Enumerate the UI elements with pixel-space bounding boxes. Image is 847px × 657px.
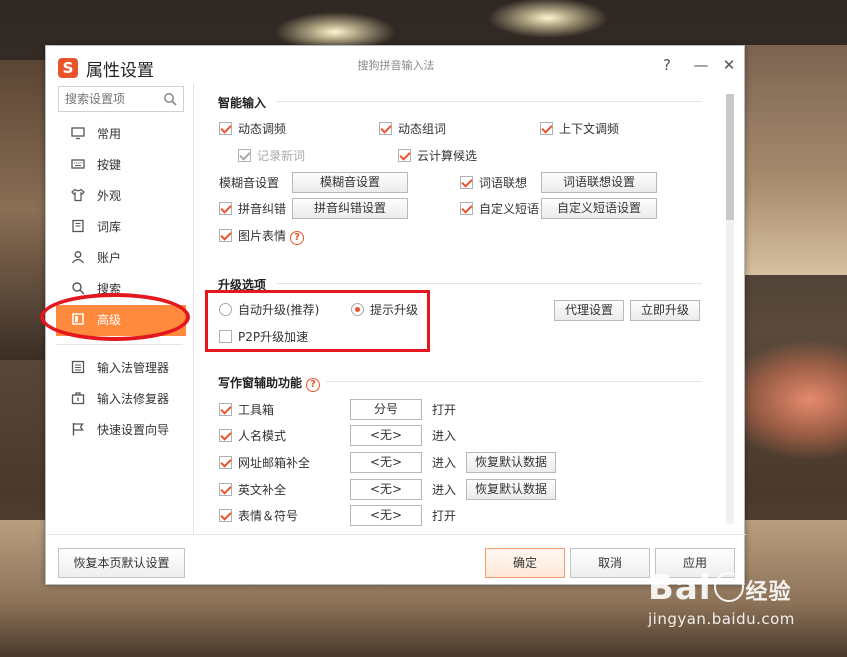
tshirt-icon (71, 188, 85, 202)
sidebar-item-label: 输入法修复器 (97, 392, 170, 406)
section-smart-input-title: 智能输入 (218, 96, 267, 110)
help-icon[interactable]: ? (290, 231, 305, 245)
title-bar: S 属性设置 搜狗拼音输入法 ? — ✕ (46, 46, 744, 84)
search-input[interactable] (59, 87, 159, 111)
sidebar-item-account[interactable]: 账户 (46, 243, 193, 274)
app-name: 搜狗拼音输入法 (357, 59, 435, 72)
context-freq-checkbox[interactable]: 上下文调频 (540, 121, 619, 137)
sidebar-item-advanced[interactable]: 高级 (56, 305, 186, 336)
proxy-settings-button[interactable]: 代理设置 (554, 300, 624, 321)
settings-search[interactable] (58, 86, 184, 112)
section-writing-title: 写作窗辅助功能? (218, 374, 321, 392)
search-icon (72, 282, 85, 295)
sidebar-item-label: 常用 (97, 127, 122, 141)
baidu-jingyan-watermark: Bai 经验 jingyan.baidu.com (648, 568, 838, 648)
keyboard-icon (71, 159, 85, 169)
emoji-symbols-checkbox[interactable]: 表情＆符号 (219, 508, 298, 524)
record-new-words-checkbox[interactable]: 记录新词 (238, 148, 305, 164)
name-mode-checkbox[interactable]: 人名模式 (219, 428, 286, 444)
p2p-acceleration-checkbox[interactable]: P2P升级加速 (219, 329, 308, 345)
sidebar-item-label: 词库 (97, 220, 122, 234)
background-photo-left (0, 60, 45, 360)
section-divider (326, 381, 702, 382)
auto-upgrade-radio[interactable]: 自动升级(推荐) (219, 302, 319, 318)
settings-panel: 智能输入 动态调频 动态组词 上下文调频 记录新词 云计算候选 模糊音设置 模糊… (194, 84, 724, 534)
sidebar-item-appearance[interactable]: 外观 (46, 181, 193, 212)
close-button[interactable]: ✕ (718, 54, 740, 76)
sidebar-item-common[interactable]: 常用 (46, 119, 193, 150)
name-mode-hotkey-field[interactable]: <无> (350, 425, 422, 446)
help-button[interactable]: ? (656, 54, 678, 76)
minimize-button[interactable]: — (690, 54, 712, 76)
url-email-action-label: 进入 (432, 456, 457, 470)
sidebar-item-label: 账户 (97, 251, 122, 265)
ok-button[interactable]: 确定 (485, 548, 565, 578)
url-email-completion-checkbox[interactable]: 网址邮箱补全 (219, 455, 310, 471)
sidebar-item-label: 快速设置向导 (97, 423, 170, 437)
watermark-url: jingyan.baidu.com (648, 610, 795, 628)
cloud-candidates-checkbox[interactable]: 云计算候选 (398, 148, 477, 164)
prompt-upgrade-radio[interactable]: 提示升级 (351, 302, 418, 318)
vertical-scrollbar[interactable] (726, 94, 734, 524)
dynamic-phrase-checkbox[interactable]: 动态组词 (379, 121, 446, 137)
section-upgrade-title: 升级选项 (218, 278, 267, 292)
flag-icon (72, 423, 84, 436)
help-icon[interactable]: ? (306, 378, 321, 392)
restore-defaults-button[interactable]: 恢复本页默认设置 (58, 548, 185, 578)
pinyin-correction-settings-button[interactable]: 拼音纠错设置 (292, 198, 408, 219)
toolbox-checkbox[interactable]: 工具箱 (219, 402, 274, 418)
emoji-images-checkbox[interactable]: 图片表情? (219, 228, 305, 245)
word-association-checkbox[interactable]: 词语联想 (460, 175, 527, 191)
custom-phrase-settings-button[interactable]: 自定义短语设置 (541, 198, 657, 219)
toolbox-hotkey-field[interactable]: 分号 (350, 399, 422, 420)
monitor-icon (71, 127, 85, 140)
sidebar-item-ime-manager[interactable]: 输入法管理器 (46, 353, 193, 384)
sidebar-item-ime-repair[interactable]: 输入法修复器 (46, 384, 193, 415)
sidebar-nav: 常用 按键 外观 词库 账户 搜索 高级 输入法管理器 输入法修复器 快速设置向… (46, 119, 193, 446)
sidebar-item-dictionary[interactable]: 词库 (46, 212, 193, 243)
emoji-symbols-hotkey-field[interactable]: <无> (350, 505, 422, 526)
sidebar-item-search[interactable]: 搜索 (46, 274, 193, 305)
sidebar-divider (56, 344, 183, 345)
sidebar-item-label: 输入法管理器 (97, 361, 170, 375)
sidebar-item-label: 按键 (97, 158, 122, 172)
dynamic-freq-checkbox[interactable]: 动态调频 (219, 121, 286, 137)
search-icon[interactable] (163, 92, 177, 106)
english-action-label: 进入 (432, 483, 457, 497)
toolbox-action-label: 打开 (432, 403, 457, 417)
sidebar-item-label: 高级 (97, 313, 122, 327)
settings-dialog: S 属性设置 搜狗拼音输入法 ? — ✕ 常用 按键 外观 词库 账户 (45, 45, 746, 586)
url-email-restore-button[interactable]: 恢复默认数据 (466, 452, 556, 473)
upgrade-now-button[interactable]: 立即升级 (630, 300, 700, 321)
sidebar-item-quick-setup[interactable]: 快速设置向导 (46, 415, 193, 446)
book-icon (72, 219, 84, 233)
fuzzy-label: 模糊音设置 (219, 176, 280, 190)
toolbox-icon (71, 392, 85, 405)
scrollbar-thumb[interactable] (726, 94, 734, 220)
english-restore-button[interactable]: 恢复默认数据 (466, 479, 556, 500)
fuzzy-settings-button[interactable]: 模糊音设置 (292, 172, 408, 193)
name-mode-action-label: 进入 (432, 429, 457, 443)
section-divider (276, 101, 702, 102)
watermark-logo: Bai 经验 (648, 568, 792, 608)
english-hotkey-field[interactable]: <无> (350, 479, 422, 500)
section-divider (276, 283, 702, 284)
english-completion-checkbox[interactable]: 英文补全 (219, 482, 286, 498)
sidebar-item-label: 外观 (97, 189, 122, 203)
url-email-hotkey-field[interactable]: <无> (350, 452, 422, 473)
pinyin-correction-checkbox[interactable]: 拼音纠错 (219, 201, 286, 217)
sidebar-item-keys[interactable]: 按键 (46, 150, 193, 181)
background-photo-right (745, 45, 847, 275)
association-settings-button[interactable]: 词语联想设置 (541, 172, 657, 193)
paw-icon (713, 571, 744, 602)
user-icon (71, 251, 85, 264)
advanced-icon (72, 313, 84, 325)
dialog-footer: 恢复本页默认设置 确定 取消 应用 (46, 534, 746, 586)
sidebar-item-label: 搜索 (97, 282, 122, 296)
cancel-button[interactable]: 取消 (570, 548, 650, 578)
sidebar: 常用 按键 外观 词库 账户 搜索 高级 输入法管理器 (46, 84, 193, 534)
custom-phrase-checkbox[interactable]: 自定义短语 (460, 201, 539, 217)
emoji-symbols-action-label: 打开 (432, 509, 457, 523)
manager-icon (71, 360, 85, 374)
